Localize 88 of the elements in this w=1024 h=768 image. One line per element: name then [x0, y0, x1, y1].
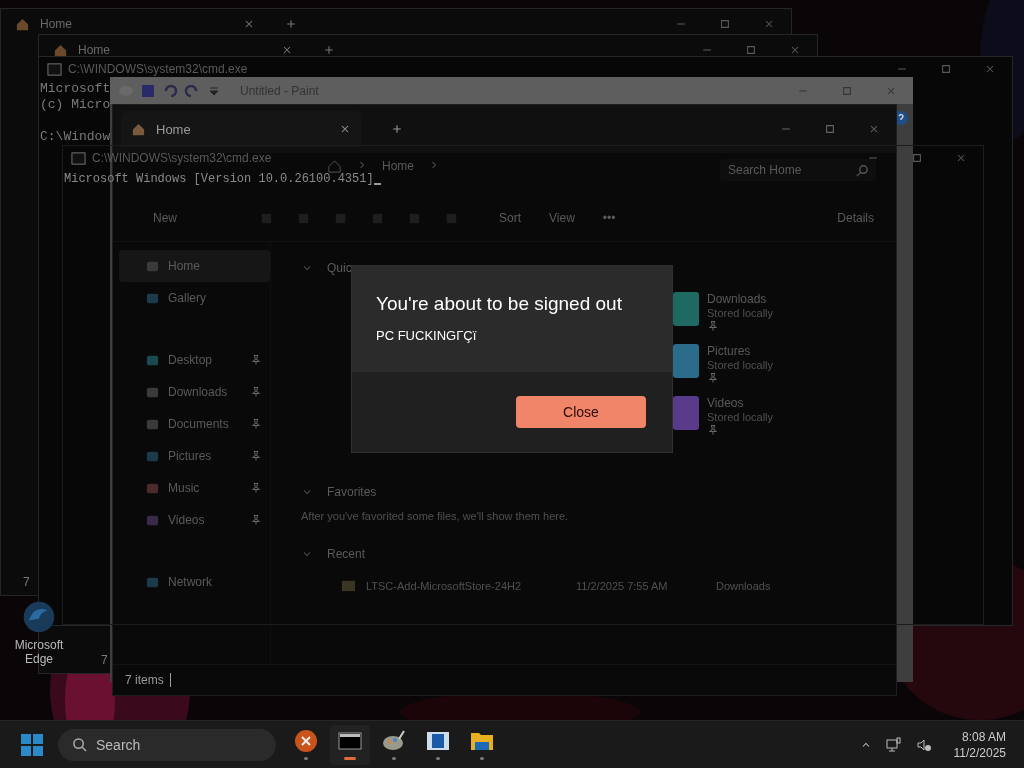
empty-message: After you've favorited some files, we'll show them here.: [301, 509, 570, 522]
close-icon[interactable]: [984, 63, 996, 75]
folder-status: Stored locally: [707, 359, 774, 371]
close-tab-icon[interactable]: [281, 44, 293, 56]
redo-icon[interactable]: [184, 82, 200, 99]
file-name[interactable]: LTSC-Add-MicrosoftStore-24H2: [366, 579, 566, 592]
desktop-icon-label[interactable]: Microsoft Edge: [7, 638, 71, 666]
maximize-icon[interactable]: [745, 44, 757, 56]
search-field[interactable]: Search Home: [720, 159, 876, 181]
new-tab-icon[interactable]: [323, 44, 335, 56]
breadcrumb-item[interactable]: Home: [382, 159, 414, 173]
console-line: Microsoft Windows [Version 10.0.26100.4351]: [64, 171, 374, 188]
console-line: Microsoft: [39, 81, 112, 97]
dialog-message: PC FUCKINGΓÇï: [376, 328, 478, 343]
status-text: 7: [23, 575, 30, 589]
terminal-icon: [338, 729, 362, 753]
maximize-icon[interactable]: [841, 84, 853, 97]
close-circle-icon: [294, 729, 318, 753]
sidebar-item[interactable]: Music: [119, 472, 270, 504]
pin-icon: [250, 418, 262, 430]
sidebar-item[interactable]: Videos: [119, 504, 270, 536]
section-title: Recent: [327, 547, 366, 561]
undo-icon[interactable]: [162, 82, 178, 99]
taskbar-app[interactable]: [330, 724, 370, 765]
search-icon: [855, 163, 870, 178]
maximize-icon[interactable]: [911, 152, 923, 164]
sidebar-item[interactable]: Downloads: [119, 376, 270, 408]
sidebar-item[interactable]: Pictures: [119, 440, 270, 472]
window-title: C:\WINDOWS\system32\cmd.exe: [68, 62, 248, 76]
maximize-icon[interactable]: [824, 123, 836, 135]
clock-date[interactable]: 11/2/2025: [953, 744, 1006, 761]
sidebar-item[interactable]: Network: [119, 566, 270, 598]
folder-name[interactable]: Videos: [707, 396, 774, 410]
folder-icon: [341, 578, 356, 593]
section-title: Quic: [327, 261, 352, 275]
section-title: Favorites: [327, 485, 377, 499]
folder-status: Stored locally: [707, 307, 774, 319]
tab-title[interactable]: Home: [78, 43, 271, 57]
clock-time[interactable]: 8:08 AM: [961, 728, 1006, 745]
sort-button[interactable]: Sort: [493, 207, 528, 229]
text-cursor: [373, 183, 381, 185]
pin-icon: [250, 354, 262, 366]
maximize-icon[interactable]: [940, 63, 952, 75]
file-date: 11/2/2025 7:55 AM: [576, 579, 669, 592]
close-tab-icon[interactable]: [339, 123, 351, 135]
save-icon[interactable]: [140, 82, 156, 99]
close-icon[interactable]: [789, 44, 801, 56]
tab-title[interactable]: Home: [40, 17, 233, 31]
sidebar-item[interactable]: Documents: [119, 408, 270, 440]
start-icon[interactable]: [20, 732, 44, 757]
console-line: (c) Micro: [39, 97, 112, 113]
status-text: 7 items: [125, 673, 171, 687]
close-icon[interactable]: [955, 152, 967, 164]
new-tab-icon[interactable]: [285, 18, 297, 30]
tab[interactable]: Home: [121, 111, 361, 147]
close-button[interactable]: Close: [516, 396, 646, 428]
file-location: Downloads: [716, 579, 771, 592]
view-button[interactable]: View: [543, 207, 581, 229]
maximize-icon[interactable]: [719, 18, 731, 30]
dialog-title: You're about to be signed out: [376, 292, 623, 316]
close-tab-icon[interactable]: [243, 18, 255, 30]
window-icon: [426, 729, 450, 753]
pin-icon: [250, 482, 262, 494]
pin-icon: [250, 450, 262, 462]
details-button[interactable]: Details: [831, 207, 880, 229]
close-icon[interactable]: [763, 18, 775, 30]
folder-name[interactable]: Downloads: [707, 292, 774, 306]
new-button[interactable]: New: [147, 207, 183, 229]
more-button[interactable]: •••: [596, 207, 622, 229]
pin-icon: [250, 386, 262, 398]
new-tab-icon[interactable]: [391, 123, 403, 135]
pin-icon: [707, 424, 719, 436]
folder-status: Stored locally: [707, 411, 774, 423]
sidebar-item[interactable]: Desktop: [119, 344, 270, 376]
console-line: C:\Window: [39, 129, 112, 145]
folder-name[interactable]: Pictures: [707, 344, 774, 358]
sidebar-item[interactable]: Gallery: [119, 282, 270, 314]
search-field[interactable]: Search: [58, 728, 276, 761]
window-title: C:\WINDOWS\system32\cmd.exe: [92, 151, 272, 165]
pin-icon: [707, 320, 719, 332]
sidebar-item[interactable]: Home: [119, 250, 270, 282]
pin-icon: [250, 514, 262, 526]
terminal-icon: [71, 150, 86, 166]
close-icon[interactable]: [868, 123, 880, 135]
browser-icon[interactable]: [22, 600, 56, 634]
status-text: 7: [101, 653, 108, 667]
pin-icon: [707, 372, 719, 384]
terminal-icon: [47, 61, 62, 77]
